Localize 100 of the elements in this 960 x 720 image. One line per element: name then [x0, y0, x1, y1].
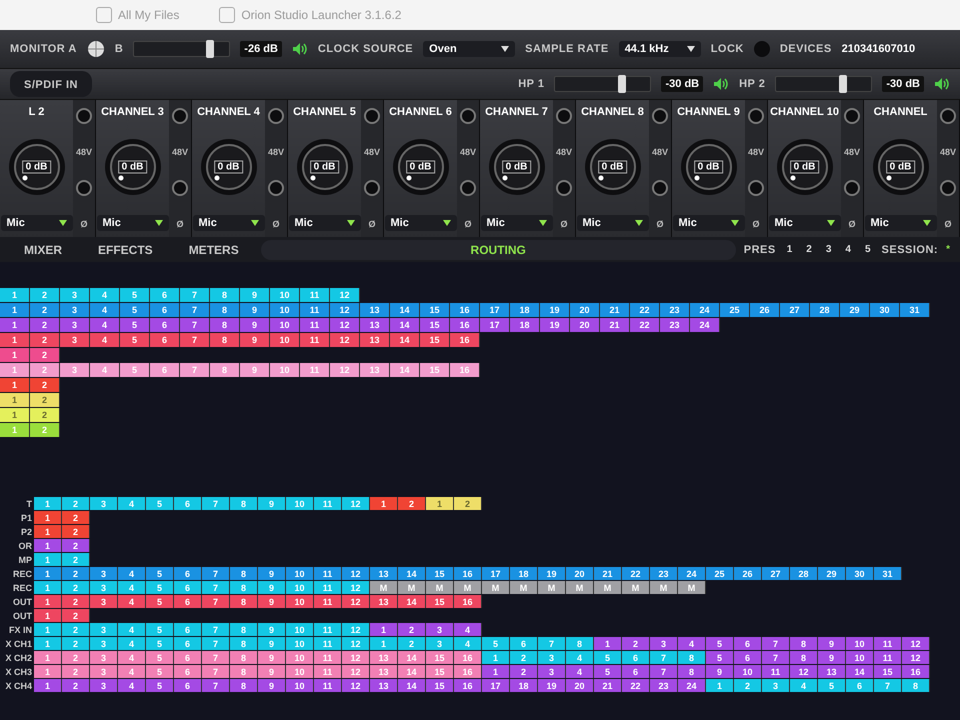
routing-cell[interactable]: 10: [286, 679, 314, 692]
routing-cell[interactable]: 2: [62, 609, 90, 622]
routing-cell[interactable]: 4: [118, 623, 146, 636]
routing-cell[interactable]: 5: [120, 318, 150, 332]
routing-cell[interactable]: 8: [210, 363, 240, 377]
routing-cell[interactable]: 12: [330, 288, 360, 302]
routing-cell[interactable]: 3: [90, 497, 118, 510]
routing-cell[interactable]: 1: [370, 623, 398, 636]
routing-cell[interactable]: 4: [90, 288, 120, 302]
routing-cell[interactable]: 19: [540, 303, 570, 317]
toggle-button[interactable]: [556, 108, 572, 124]
routing-cell[interactable]: 10: [286, 665, 314, 678]
routing-cell[interactable]: 1: [34, 567, 62, 580]
routing-cell[interactable]: 5: [706, 651, 734, 664]
toggle-button[interactable]: [268, 108, 284, 124]
routing-cell[interactable]: 16: [450, 363, 480, 377]
routing-cell[interactable]: 1: [0, 288, 30, 302]
routing-cell[interactable]: 16: [902, 665, 930, 678]
routing-cell[interactable]: 5: [146, 497, 174, 510]
routing-cell[interactable]: 3: [60, 333, 90, 347]
routing-cell[interactable]: 6: [622, 665, 650, 678]
routing-cell[interactable]: 19: [538, 679, 566, 692]
routing-cell[interactable]: 1: [0, 408, 30, 422]
knob-icon[interactable]: [86, 40, 105, 58]
routing-cell[interactable]: 3: [60, 303, 90, 317]
routing-cell[interactable]: 22: [622, 567, 650, 580]
routing-cell[interactable]: 3: [90, 665, 118, 678]
routing-cell[interactable]: 17: [482, 679, 510, 692]
routing-cell[interactable]: 6: [622, 651, 650, 664]
routing-cell[interactable]: M: [482, 581, 510, 594]
routing-cell[interactable]: 11: [314, 497, 342, 510]
routing-cell[interactable]: 6: [174, 651, 202, 664]
routing-cell[interactable]: 8: [230, 581, 258, 594]
routing-cell[interactable]: 7: [202, 595, 230, 608]
routing-cell[interactable]: 5: [146, 651, 174, 664]
routing-cell[interactable]: 21: [600, 318, 630, 332]
routing-cell[interactable]: 2: [30, 288, 60, 302]
routing-cell[interactable]: 8: [210, 318, 240, 332]
routing-cell[interactable]: 2: [510, 665, 538, 678]
routing-cell[interactable]: 2: [62, 665, 90, 678]
routing-cell[interactable]: 12: [342, 581, 370, 594]
routing-cell[interactable]: 4: [566, 651, 594, 664]
routing-cell[interactable]: 5: [146, 679, 174, 692]
routing-cell[interactable]: 2: [30, 378, 60, 392]
toggle-button[interactable]: [460, 108, 476, 124]
routing-cell[interactable]: 11: [314, 623, 342, 636]
routing-cell[interactable]: 24: [690, 303, 720, 317]
routing-cell[interactable]: 5: [146, 581, 174, 594]
routing-cell[interactable]: 14: [398, 679, 426, 692]
routing-cell[interactable]: 6: [174, 637, 202, 650]
routing-cell[interactable]: 4: [118, 567, 146, 580]
routing-cell[interactable]: 7: [180, 363, 210, 377]
routing-cell[interactable]: 12: [342, 651, 370, 664]
routing-cell[interactable]: 1: [0, 333, 30, 347]
routing-cell[interactable]: 3: [90, 623, 118, 636]
routing-cell[interactable]: 21: [600, 303, 630, 317]
routing-cell[interactable]: 1: [34, 609, 62, 622]
routing-cell[interactable]: 11: [314, 567, 342, 580]
input-type-dropdown[interactable]: Mic: [480, 215, 552, 231]
routing-cell[interactable]: 5: [120, 333, 150, 347]
preset-button[interactable]: 2: [803, 244, 815, 255]
routing-cell[interactable]: 6: [734, 651, 762, 664]
routing-cell[interactable]: 23: [650, 679, 678, 692]
routing-cell[interactable]: 6: [734, 637, 762, 650]
routing-cell[interactable]: 14: [398, 567, 426, 580]
routing-cell[interactable]: 11: [300, 318, 330, 332]
routing-cell[interactable]: 4: [678, 637, 706, 650]
routing-cell[interactable]: 11: [314, 637, 342, 650]
routing-cell[interactable]: 2: [398, 637, 426, 650]
routing-cell[interactable]: 1: [594, 637, 622, 650]
routing-cell[interactable]: 13: [360, 303, 390, 317]
input-type-dropdown[interactable]: Mic: [864, 215, 936, 231]
routing-cell[interactable]: M: [370, 581, 398, 594]
input-type-dropdown[interactable]: Mic: [0, 215, 72, 231]
routing-cell[interactable]: 7: [202, 651, 230, 664]
routing-cell[interactable]: 1: [706, 679, 734, 692]
routing-cell[interactable]: 1: [370, 637, 398, 650]
routing-cell[interactable]: 8: [790, 637, 818, 650]
routing-cell[interactable]: 8: [678, 665, 706, 678]
routing-cell[interactable]: 7: [202, 497, 230, 510]
toggle-button[interactable]: [460, 180, 476, 196]
routing-cell[interactable]: 14: [390, 318, 420, 332]
routing-cell[interactable]: 2: [30, 363, 60, 377]
routing-cell[interactable]: 10: [846, 637, 874, 650]
routing-cell[interactable]: 1: [34, 581, 62, 594]
routing-cell[interactable]: M: [426, 581, 454, 594]
routing-cell[interactable]: 3: [426, 623, 454, 636]
routing-cell[interactable]: 4: [90, 363, 120, 377]
routing-cell[interactable]: 10: [270, 288, 300, 302]
routing-cell[interactable]: 7: [202, 679, 230, 692]
routing-cell[interactable]: 12: [330, 333, 360, 347]
routing-cell[interactable]: 17: [482, 567, 510, 580]
routing-cell[interactable]: 7: [874, 679, 902, 692]
routing-cell[interactable]: 13: [818, 665, 846, 678]
routing-cell[interactable]: 8: [230, 497, 258, 510]
input-type-dropdown[interactable]: Mic: [192, 215, 264, 231]
routing-cell[interactable]: 20: [566, 679, 594, 692]
routing-cell[interactable]: 13: [360, 333, 390, 347]
routing-cell[interactable]: 2: [62, 623, 90, 636]
routing-cell[interactable]: 19: [538, 567, 566, 580]
